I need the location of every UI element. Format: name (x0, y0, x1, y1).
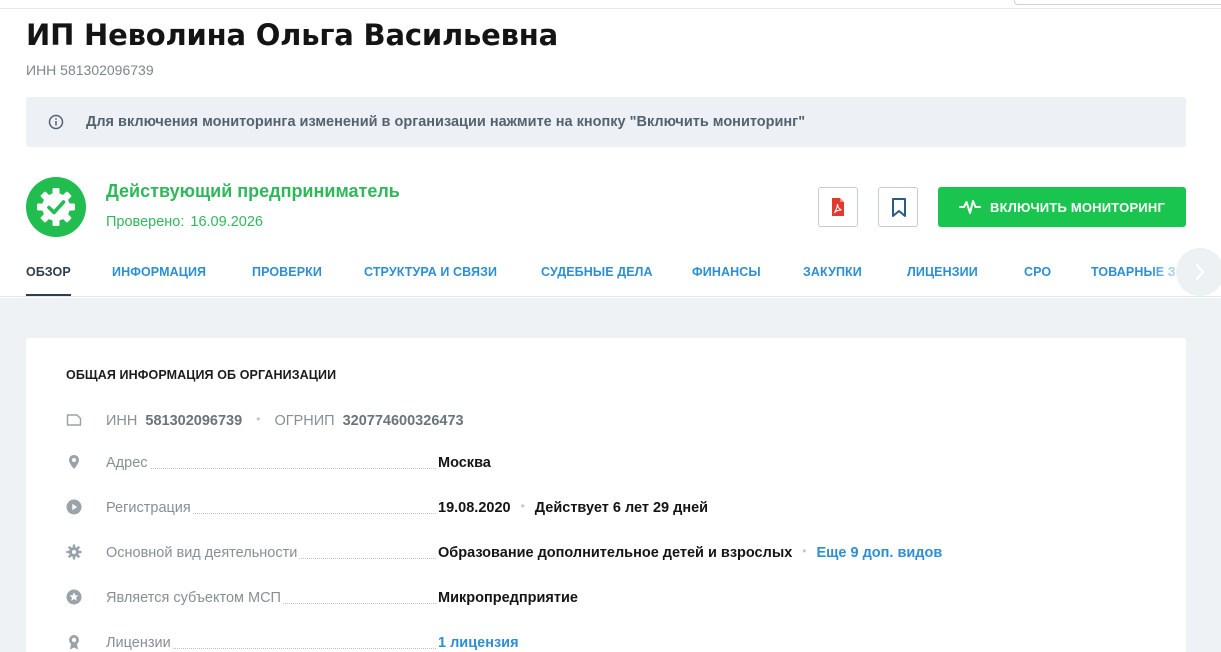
status-title: Действующий предприниматель (106, 181, 400, 201)
ogrnip-label: ОГРНИП (274, 413, 335, 429)
bookmark-icon (892, 198, 906, 217)
tab-inspections[interactable]: ПРОВЕРКИ (252, 265, 322, 279)
msp-label: Является субъектом МСП (106, 590, 283, 606)
activity-label: Основной вид деятельности (106, 545, 300, 561)
inn-ogrnip: ИНН 581302096739 • ОГРНИП 32077460032647… (106, 412, 464, 429)
separator-dot: • (256, 412, 261, 426)
address-label: Адрес (106, 455, 150, 471)
pdf-download-button[interactable] (818, 187, 858, 227)
inn-ogrnip-row: ИНН 581302096739 • ОГРНИП 32077460032647… (26, 410, 1186, 434)
search-input[interactable] (1014, 0, 1221, 5)
bookmark-button[interactable] (878, 187, 918, 227)
enable-monitoring-label: ВКЛЮЧИТЬ МОНИТОРИНГ (989, 199, 1166, 215)
tab-finances[interactable]: ФИНАНСЫ (692, 265, 761, 279)
tab-overview[interactable]: ОБЗОР (26, 265, 71, 279)
activity-row: Основной вид деятельности Образование до… (26, 542, 1186, 566)
tabs-scroll-right-button[interactable] (1176, 248, 1221, 296)
tab-purchases[interactable]: ЗАКУПКИ (803, 265, 862, 279)
address-value: Москва (438, 455, 491, 471)
document-icon (66, 412, 82, 428)
notice-text: Для включения мониторинга изменений в ор… (86, 114, 806, 130)
pdf-icon (832, 198, 844, 216)
tab-licenses[interactable]: ЛИЦЕНЗИИ (907, 265, 978, 279)
award-icon (66, 634, 82, 650)
play-circle-icon (66, 499, 82, 515)
inn-value[interactable]: 581302096739 (145, 413, 242, 429)
separator-dot: • (802, 544, 807, 558)
top-bar (0, 0, 1221, 9)
inn-subtitle: ИНН 581302096739 (26, 62, 154, 78)
registration-duration: Действует 6 лет 29 дней (534, 500, 709, 516)
checked-label: Проверено: (106, 214, 185, 230)
gear-icon (66, 544, 82, 560)
active-tab-indicator (26, 294, 71, 296)
page-title: ИП Неволина Ольга Васильевна (26, 18, 558, 52)
section-tabs: ОБЗОР ИНФОРМАЦИЯ ПРОВЕРКИ СТРУКТУРА И СВ… (0, 245, 1221, 297)
star-circle-icon (66, 589, 82, 605)
tab-information[interactable]: ИНФОРМАЦИЯ (112, 265, 206, 279)
licenses-row: Лицензии 1 лицензия (26, 632, 1186, 652)
separator-dot: • (520, 499, 525, 513)
location-pin-icon (66, 454, 82, 470)
checked-date-value: 16.09.2026 (190, 214, 263, 230)
activity-value: Образование дополнительное детей и взрос… (438, 544, 942, 561)
more-activities-link[interactable]: Еще 9 доп. видов (816, 545, 942, 561)
registration-value: 19.08.2020 • Действует 6 лет 29 дней (438, 499, 709, 516)
inn-label: ИНН (106, 413, 138, 429)
ogrnip-value[interactable]: 320774600326473 (343, 413, 464, 429)
address-row: Адрес Москва (26, 452, 1186, 476)
pulse-icon (958, 200, 981, 214)
tab-structure[interactable]: СТРУКТУРА И СВЯЗИ (364, 265, 497, 279)
registration-row: Регистрация 19.08.2020 • Действует 6 лет 2… (26, 497, 1186, 521)
info-icon (48, 114, 64, 130)
registration-date: 19.08.2020 (438, 500, 511, 516)
tab-court-cases[interactable]: СУДЕБНЫЕ ДЕЛА (541, 265, 653, 279)
card-title: ОБЩАЯ ИНФОРМАЦИЯ ОБ ОРГАНИЗАЦИИ (66, 368, 337, 382)
licenses-label: Лицензии (106, 635, 173, 651)
leader-dots (106, 468, 436, 469)
verified-gear-icon (26, 177, 86, 237)
msp-value: Микропредприятие (438, 590, 578, 606)
activity-main: Образование дополнительное детей и взрос… (438, 545, 793, 561)
registration-label: Регистрация (106, 500, 193, 516)
tab-sro[interactable]: СРО (1024, 265, 1051, 279)
enable-monitoring-button[interactable]: ВКЛЮЧИТЬ МОНИТОРИНГ (938, 187, 1186, 227)
monitoring-notice: Для включения мониторинга изменений в ор… (26, 97, 1186, 147)
general-info-card: ОБЩАЯ ИНФОРМАЦИЯ ОБ ОРГАНИЗАЦИИ ИНН 5813… (26, 338, 1186, 652)
chevron-right-icon (1195, 263, 1205, 281)
checked-date: Проверено: 16.09.2026 (106, 214, 263, 230)
msp-row: Является субъектом МСП Микропредприятие (26, 587, 1186, 611)
licenses-link[interactable]: 1 лицензия (438, 635, 519, 651)
